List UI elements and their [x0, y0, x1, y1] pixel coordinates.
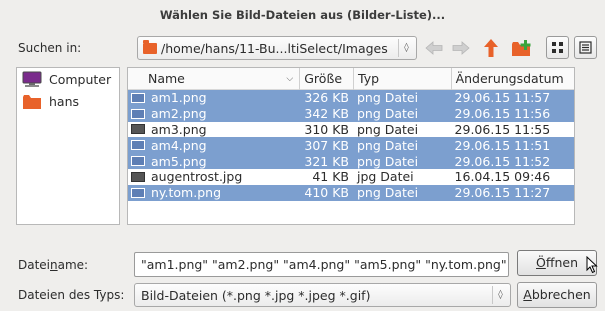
- chevron-updown-icon: ◊: [398, 39, 414, 57]
- file-name: am2.png: [151, 106, 207, 122]
- image-file-icon: [131, 156, 145, 167]
- file-name-cell: am5.png: [128, 154, 299, 169]
- file-size: 410 KB: [304, 185, 349, 201]
- file-size: 307 KB: [304, 137, 349, 153]
- sidebar-item-computer[interactable]: Computer: [17, 68, 119, 90]
- filetype-combo[interactable]: Bild-Dateien (*.png *.jpg *.jpeg *.gif) …: [134, 283, 511, 307]
- file-name-cell: am3.png: [128, 122, 299, 137]
- file-type: png Datei: [356, 137, 419, 153]
- file-row[interactable]: am5.png 321 KB png Datei 29.06.15 11:52: [128, 153, 574, 169]
- column-header-type[interactable]: Typ: [353, 67, 451, 90]
- up-arrow-icon: [484, 39, 498, 57]
- open-button[interactable]: Öffnen: [517, 250, 597, 276]
- file-type: png Datei: [356, 90, 419, 106]
- file-name-cell: ny.tom.png: [128, 185, 299, 200]
- image-file-icon: [131, 108, 145, 119]
- sidebar-item-label: hans: [49, 93, 80, 109]
- file-type: png Datei: [356, 121, 419, 137]
- path-text: /home/hans/11-Bu...ltiSelect/Images: [161, 40, 388, 56]
- computer-icon: [21, 70, 43, 88]
- forward-arrow-icon: [452, 41, 470, 55]
- folder-icon: [21, 92, 43, 110]
- icon-view-icon: [552, 42, 563, 53]
- file-name-cell: augentrost.jpg: [128, 169, 299, 184]
- file-name-cell: am2.png: [128, 106, 299, 121]
- new-folder-icon: [512, 40, 531, 56]
- dialog-title: Wählen Sie Bild-Dateien aus (Bilder-List…: [159, 8, 446, 22]
- filetype-value: Bild-Dateien (*.png *.jpg *.jpeg *.gif): [141, 287, 371, 303]
- file-date: 29.06.15 11:52: [454, 153, 551, 169]
- file-name-cell: am1.png: [128, 90, 299, 105]
- file-size: 310 KB: [304, 121, 349, 137]
- file-date: 29.06.15 11:27: [454, 185, 551, 201]
- sidebar-item-hans[interactable]: hans: [17, 90, 119, 112]
- file-row[interactable]: augentrost.jpg 41 KB jpg Datei 16.04.15 09:…: [128, 169, 574, 185]
- file-list-header: Name ⌵ Größe Typ Änderungsdatum: [128, 67, 574, 90]
- file-row[interactable]: am1.png 326 KB png Datei 29.06.15 11:57: [128, 90, 574, 106]
- file-row[interactable]: am2.png 342 KB png Datei 29.06.15 11:56: [128, 105, 574, 122]
- icon-view-button[interactable]: [546, 36, 569, 59]
- file-size: 41 KB: [312, 169, 349, 185]
- file-row[interactable]: ny.tom.png 410 KB png Datei 29.06.15 11:27: [128, 184, 574, 201]
- folder-icon: [143, 39, 157, 54]
- file-date: 29.06.15 11:56: [454, 106, 551, 122]
- file-date: 29.06.15 11:57: [454, 90, 551, 106]
- file-type: jpg Datei: [356, 169, 414, 185]
- column-header-name[interactable]: Name ⌵: [128, 68, 299, 90]
- file-name-cell: am4.png: [128, 138, 299, 153]
- places-sidebar: Computer hans: [16, 67, 120, 225]
- file-type: png Datei: [356, 153, 419, 169]
- file-date: 29.06.15 11:55: [454, 121, 551, 137]
- new-folder-button[interactable]: [510, 36, 534, 60]
- lookin-label: Suchen in:: [18, 41, 82, 55]
- file-row[interactable]: am3.png 310 KB png Datei 29.06.15 11:55: [128, 122, 574, 138]
- back-button[interactable]: [423, 36, 445, 60]
- list-view-icon: [579, 41, 592, 54]
- file-type: png Datei: [356, 106, 419, 122]
- column-header-name-label: Name: [148, 70, 185, 86]
- file-rows: am1.png 326 KB png Datei 29.06.15 11:57 am2.…: [128, 90, 574, 201]
- filetype-label: Dateien des Typs:: [18, 288, 125, 302]
- image-file-icon: [131, 124, 145, 135]
- mouse-cursor-icon: [586, 256, 598, 274]
- image-file-icon: [131, 171, 145, 182]
- file-list[interactable]: Name ⌵ Größe Typ Änderungsdatum am1.png 3…: [127, 67, 575, 225]
- cancel-button[interactable]: Abbrechen: [517, 282, 597, 308]
- forward-button[interactable]: [450, 36, 472, 60]
- back-arrow-icon: [425, 41, 443, 55]
- column-header-date[interactable]: Änderungsdatum: [450, 67, 574, 90]
- list-view-button[interactable]: [574, 36, 597, 59]
- image-file-icon: [131, 92, 145, 103]
- filename-input[interactable]: "am1.png" "am2.png" "am4.png" "am5.png" …: [134, 252, 509, 277]
- chevron-updown-icon: ◊: [492, 286, 508, 304]
- up-button[interactable]: [482, 36, 500, 60]
- filename-label: Dateiname:: [18, 258, 89, 272]
- file-name: augentrost.jpg: [151, 169, 243, 185]
- file-size: 326 KB: [304, 90, 349, 106]
- file-size: 321 KB: [304, 153, 349, 169]
- chevron-down-icon: ⌵: [286, 73, 294, 84]
- file-name: am3.png: [151, 121, 207, 137]
- file-date: 29.06.15 11:51: [454, 137, 551, 153]
- file-size: 342 KB: [304, 106, 349, 122]
- image-file-icon: [131, 140, 145, 151]
- file-row[interactable]: am4.png 307 KB png Datei 29.06.15 11:51: [128, 137, 574, 154]
- file-date: 16.04.15 09:46: [454, 169, 551, 185]
- file-type: png Datei: [356, 185, 419, 201]
- column-header-size[interactable]: Größe: [299, 67, 353, 90]
- file-name: am4.png: [151, 137, 207, 153]
- file-name: am5.png: [151, 153, 207, 169]
- file-name: am1.png: [151, 90, 207, 106]
- sidebar-item-label: Computer: [49, 71, 112, 87]
- path-combo[interactable]: /home/hans/11-Bu...ltiSelect/Images ◊: [137, 36, 417, 60]
- image-file-icon: [131, 187, 145, 198]
- file-name: ny.tom.png: [151, 185, 222, 201]
